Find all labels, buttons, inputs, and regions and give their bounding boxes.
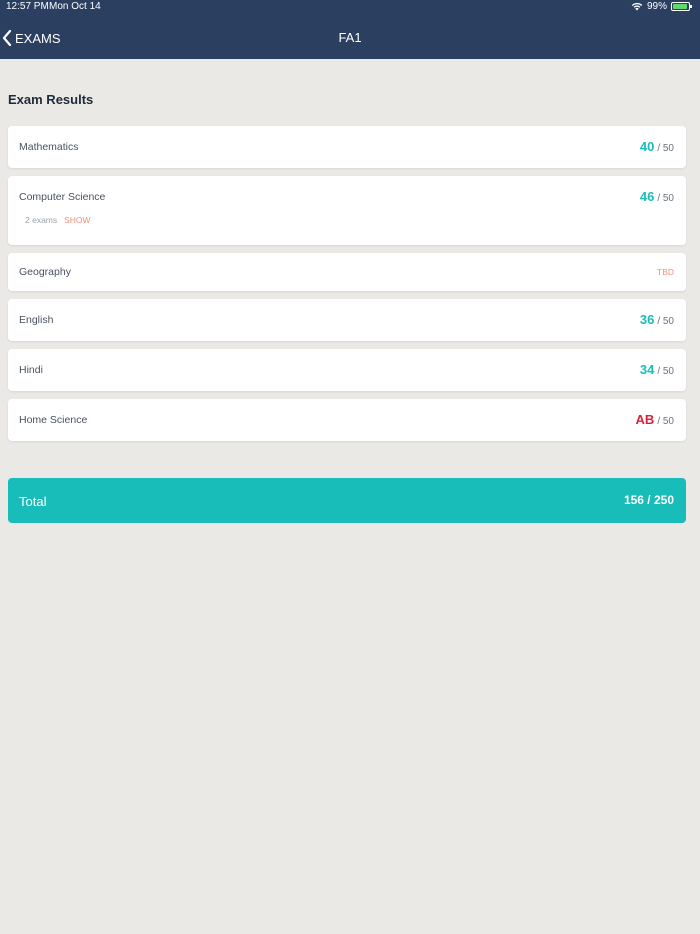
status-date: Mon Oct 14 [49, 1, 101, 12]
page-title: FA1 [338, 30, 362, 45]
score: 40 / 50 [640, 139, 674, 154]
exams-count: 2 exams [25, 215, 58, 225]
score-max: / 50 [657, 143, 674, 154]
subject-card-home-science[interactable]: Home Science AB / 50 [8, 399, 686, 441]
subject-card-hindi[interactable]: Hindi 34 / 50 [8, 349, 686, 391]
score-value: 46 [639, 189, 655, 204]
score-value-absent: AB [635, 412, 655, 427]
subject-card-mathematics[interactable]: Mathematics 40 / 50 [8, 126, 686, 168]
total-label: Total [19, 494, 47, 509]
subject-name: Mathematics [19, 141, 79, 153]
score-max: / 50 [657, 366, 674, 377]
subject-name: Computer Science [19, 191, 106, 203]
show-exams-link[interactable]: SHOW [64, 215, 90, 225]
subject-name: Home Science [19, 414, 88, 426]
subject-name: Geography [19, 266, 71, 278]
subject-name: Hindi [19, 364, 43, 376]
battery-icon [671, 2, 692, 11]
section-title: Exam Results [8, 92, 94, 107]
subject-name: English [19, 314, 54, 326]
score: 46 / 50 [640, 189, 674, 204]
wifi-icon [631, 2, 643, 11]
subject-card-geography[interactable]: Geography TBD [8, 253, 686, 291]
battery-percent: 99% [646, 1, 667, 12]
subject-card-english[interactable]: English 36 / 50 [8, 299, 686, 341]
score-value: 34 [639, 362, 655, 377]
status-time: 12:57 PM [6, 1, 49, 12]
score-value: 40 [639, 139, 655, 154]
status-tbd: TBD [657, 267, 674, 277]
total-bar: Total 156 / 250 [8, 478, 686, 523]
score-max: / 50 [657, 316, 674, 327]
exam-count-row: 2 exams SHOW [25, 215, 91, 225]
status-indicators: 99% [631, 1, 692, 12]
score: 36 / 50 [640, 312, 674, 327]
score-max: / 50 [657, 193, 674, 204]
score: AB / 50 [636, 412, 674, 427]
top-bar: 12:57 PM Mon Oct 14 99% EXAMS FA1 [0, 0, 700, 59]
score-max: / 50 [657, 416, 674, 427]
score-value: 36 [639, 312, 655, 327]
score: 34 / 50 [640, 362, 674, 377]
total-value: 156 / 250 [623, 493, 674, 507]
subject-card-computer-science[interactable]: Computer Science 46 / 50 2 exams SHOW [8, 176, 686, 245]
